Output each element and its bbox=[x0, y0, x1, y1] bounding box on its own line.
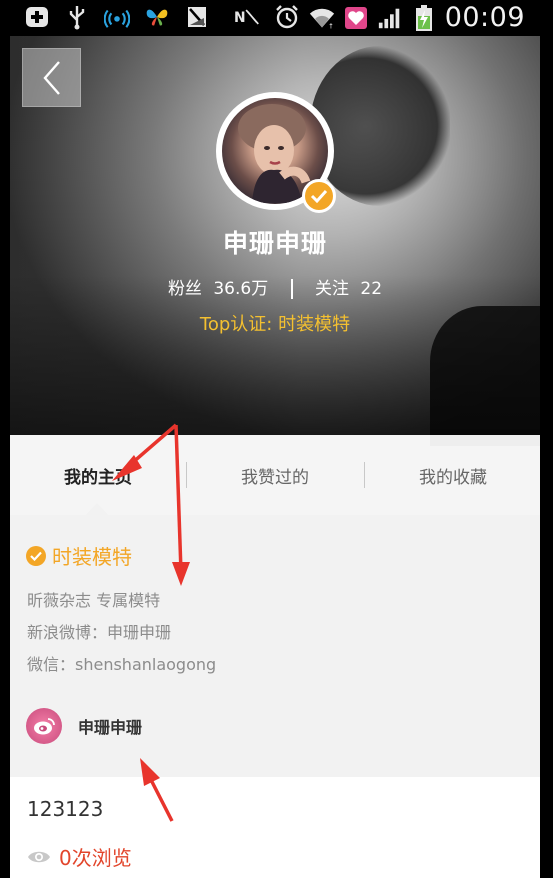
butterfly-icon bbox=[144, 4, 170, 30]
followers-count[interactable]: 36.6万 bbox=[213, 279, 268, 299]
certification-text: Top认证: 时装模特 bbox=[199, 314, 351, 335]
nfc-icon: N bbox=[234, 4, 260, 30]
app-frame: N ↑↓ 00:09 bbox=[0, 0, 553, 878]
signal-icon bbox=[377, 5, 403, 31]
no-sim-icon bbox=[184, 4, 210, 30]
background-photo-hair bbox=[310, 46, 450, 206]
post-card[interactable]: 123123 0次浏览 bbox=[10, 777, 540, 878]
weibo-name: 申珊申珊 bbox=[78, 718, 143, 737]
chevron-left-icon bbox=[42, 60, 60, 95]
tab-favorites[interactable]: 我的收藏 bbox=[365, 435, 540, 515]
wifi-hotspot-icon bbox=[104, 4, 130, 30]
verified-badge bbox=[302, 179, 336, 213]
heart-app-icon bbox=[343, 5, 369, 31]
weibo-icon bbox=[26, 708, 62, 744]
bio-line-wechat: 微信：shenshanlaogong bbox=[27, 655, 217, 674]
right-gutter bbox=[540, 36, 553, 878]
status-icons-left: N bbox=[24, 4, 300, 30]
profile-header: 申珊申珊 粉丝 36.6万 关注 22 Top认证: 时装模特 bbox=[10, 36, 540, 446]
header-shade bbox=[10, 275, 540, 435]
eye-icon bbox=[28, 851, 50, 862]
profile-page: 申珊申珊 粉丝 36.6万 关注 22 Top认证: 时装模特 我的主页 我赞过… bbox=[10, 36, 540, 878]
usb-icon bbox=[64, 4, 90, 30]
post-text: 123123 bbox=[27, 797, 104, 821]
tab-liked[interactable]: 我赞过的 bbox=[187, 435, 363, 515]
alarm-icon bbox=[274, 4, 300, 30]
bio-line-magazine: 昕薇杂志 专属模特 bbox=[27, 591, 161, 610]
bio-line-weibo: 新浪微博：申珊申珊 bbox=[27, 623, 172, 642]
view-count-text: 0次浏览 bbox=[59, 846, 132, 870]
profile-username: 申珊申珊 bbox=[222, 229, 327, 258]
active-tab-indicator bbox=[86, 503, 108, 515]
profession-badge: 时装模特 bbox=[26, 541, 132, 570]
stats-divider bbox=[290, 279, 293, 299]
following-count[interactable]: 22 bbox=[360, 279, 382, 299]
svg-text:N: N bbox=[234, 10, 246, 26]
wifi-icon: ↑↓ bbox=[309, 5, 335, 31]
battery-charging-icon bbox=[411, 4, 437, 31]
verified-check-icon bbox=[26, 545, 46, 566]
profile-info: 时装模特 昕薇杂志 专属模特 新浪微博：申珊申珊 微信：shenshanlaog… bbox=[10, 515, 540, 777]
profession-title: 时装模特 bbox=[52, 545, 132, 569]
status-bar: N ↑↓ 00:09 bbox=[0, 0, 553, 36]
weibo-link[interactable]: 申珊申珊 bbox=[26, 708, 142, 744]
back-button[interactable] bbox=[22, 48, 81, 107]
view-count: 0次浏览 bbox=[27, 842, 132, 871]
svg-text:↑↓: ↑↓ bbox=[328, 22, 335, 30]
following-label: 关注 bbox=[315, 279, 350, 299]
profile-stats: 粉丝 36.6万 关注 22 bbox=[10, 274, 540, 299]
status-time: 00:09 bbox=[444, 2, 525, 33]
status-icons-right: ↑↓ 00:09 bbox=[309, 2, 525, 33]
checkmark-icon bbox=[310, 189, 328, 203]
add-box-icon bbox=[24, 4, 50, 30]
followers-label: 粉丝 bbox=[167, 279, 202, 299]
